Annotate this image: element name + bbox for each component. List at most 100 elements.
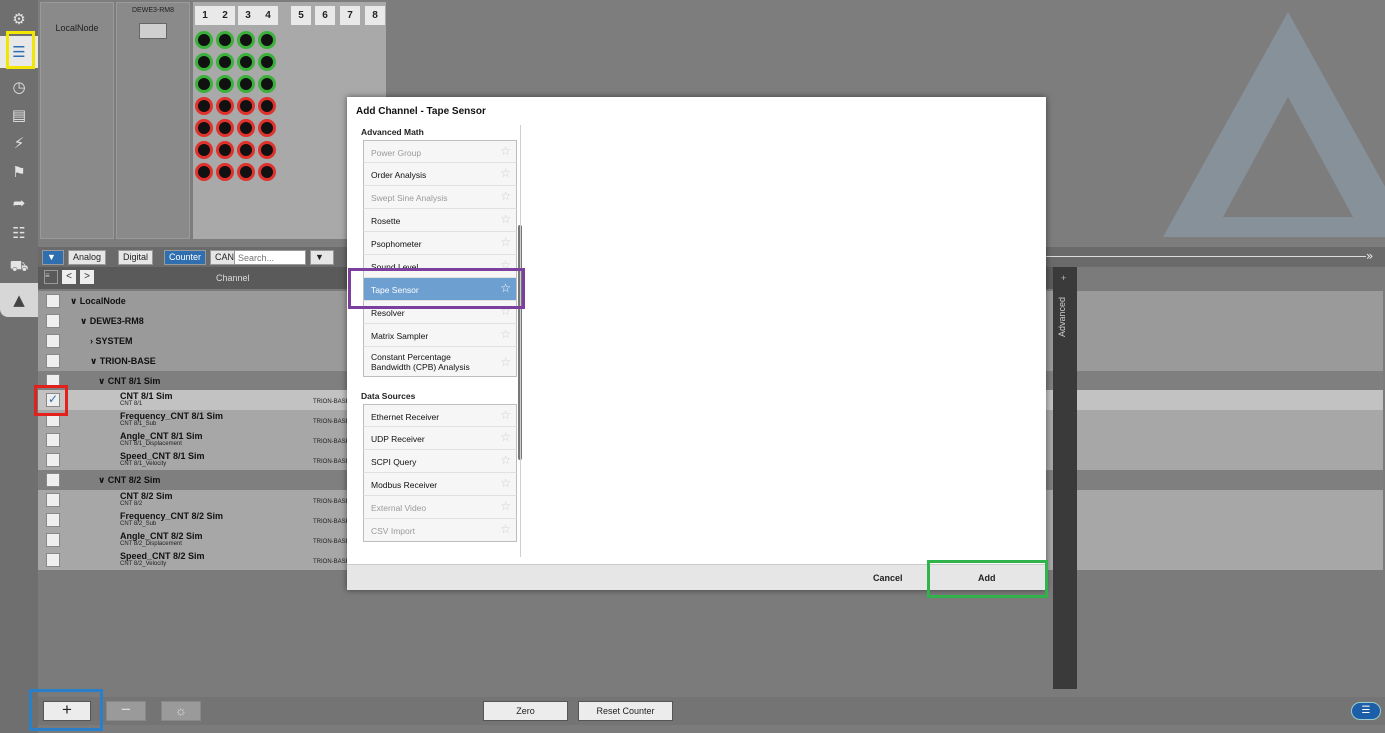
slot-header-8[interactable]: 8 <box>365 6 385 25</box>
channel-list-icon[interactable]: ☰ <box>0 36 38 68</box>
device-card[interactable]: DEWE3-RM8 <box>116 2 190 239</box>
connector-2-1[interactable] <box>195 53 213 71</box>
list-item[interactable]: SCPI Query ☆ <box>363 450 517 473</box>
network-icon[interactable]: ☷ <box>0 218 38 248</box>
select-all-icon[interactable]: ≡ <box>44 270 58 284</box>
list-item[interactable]: Swept Sine Analysis ☆ <box>363 186 517 209</box>
connector-5-4[interactable] <box>258 119 276 137</box>
row-checkbox[interactable] <box>46 513 60 527</box>
connector-7-2[interactable] <box>216 163 234 181</box>
row-checkbox[interactable] <box>46 374 60 388</box>
local-node-card[interactable]: LocalNode <box>40 2 114 239</box>
star-icon[interactable]: ☆ <box>500 189 511 203</box>
connector-5-2[interactable] <box>216 119 234 137</box>
connector-2-2[interactable] <box>216 53 234 71</box>
add-column-icon[interactable]: + <box>1061 273 1066 283</box>
reset-counter-button[interactable]: Reset Counter <box>578 701 673 721</box>
document-icon[interactable]: ▤ <box>0 100 38 130</box>
star-icon[interactable]: ☆ <box>500 453 511 467</box>
list-item[interactable]: CSV Import ☆ <box>363 519 517 542</box>
connector-7-4[interactable] <box>258 163 276 181</box>
connector-6-1[interactable] <box>195 141 213 159</box>
list-item[interactable]: UDP Receiver ☆ <box>363 427 517 450</box>
slot-header-6[interactable]: 6 <box>315 6 335 25</box>
connector-1-4[interactable] <box>258 31 276 49</box>
star-icon[interactable]: ☆ <box>500 166 511 180</box>
connector-4-4[interactable] <box>258 97 276 115</box>
light-icon[interactable]: ☼ <box>161 701 201 721</box>
star-icon[interactable]: ☆ <box>500 327 511 341</box>
row-checkbox[interactable] <box>46 553 60 567</box>
connector-1-3[interactable] <box>237 31 255 49</box>
row-checkbox[interactable] <box>46 533 60 547</box>
connector-6-2[interactable] <box>216 141 234 159</box>
panel-toggle-icon[interactable]: ☰ <box>1351 702 1381 720</box>
list-item[interactable]: Rosette ☆ <box>363 209 517 232</box>
connector-4-2[interactable] <box>216 97 234 115</box>
slot-header-5[interactable]: 5 <box>291 6 311 25</box>
star-icon[interactable]: ☆ <box>500 522 511 536</box>
row-checkbox[interactable] <box>46 493 60 507</box>
connector-7-1[interactable] <box>195 163 213 181</box>
expand-icon[interactable]: » <box>1366 249 1373 263</box>
connector-1-1[interactable] <box>195 31 213 49</box>
list-item[interactable]: External Video ☆ <box>363 496 517 519</box>
car-icon[interactable]: ⛟ <box>0 252 38 282</box>
list-item[interactable]: Matrix Sampler ☆ <box>363 324 517 347</box>
filter-counter[interactable]: Counter <box>164 250 207 265</box>
add-button[interactable]: Add <box>978 573 996 583</box>
star-icon[interactable]: ☆ <box>500 430 511 444</box>
star-icon[interactable]: ☆ <box>500 212 511 226</box>
connector-4-1[interactable] <box>195 97 213 115</box>
filter-digital[interactable]: Digital <box>118 250 154 265</box>
channel-column-header[interactable]: Channel <box>216 273 250 283</box>
lightning-icon[interactable]: ⚡ <box>0 128 38 158</box>
connector-3-4[interactable] <box>258 75 276 93</box>
row-checkbox[interactable] <box>46 453 60 467</box>
connector-3-1[interactable] <box>195 75 213 93</box>
gauge-icon[interactable]: ◷ <box>0 72 38 102</box>
filter-analog[interactable]: Analog <box>68 250 107 265</box>
remove-channel-button[interactable]: − <box>106 701 146 721</box>
star-icon[interactable]: ☆ <box>500 281 511 295</box>
star-icon[interactable]: ☆ <box>500 355 511 369</box>
connector-7-3[interactable] <box>237 163 255 181</box>
connector-5-1[interactable] <box>195 119 213 137</box>
row-checkbox[interactable] <box>46 433 60 447</box>
row-checkbox[interactable] <box>46 354 60 368</box>
star-icon[interactable]: ☆ <box>500 144 511 158</box>
list-item[interactable]: Resolver ☆ <box>363 301 517 324</box>
star-icon[interactable]: ☆ <box>500 408 511 422</box>
connector-4-3[interactable] <box>237 97 255 115</box>
expand-right-icon[interactable]: > <box>80 270 94 284</box>
star-icon[interactable]: ☆ <box>500 476 511 490</box>
star-icon[interactable]: ☆ <box>500 258 511 272</box>
gear-icon[interactable]: ⚙ <box>0 4 38 34</box>
star-icon[interactable]: ☆ <box>500 499 511 513</box>
clear-filter-icon[interactable]: ▼ <box>310 250 334 265</box>
connector-5-3[interactable] <box>237 119 255 137</box>
search-input[interactable] <box>234 250 306 265</box>
add-channel-button[interactable]: + <box>43 701 91 721</box>
list-item[interactable]: Psophometer ☆ <box>363 232 517 255</box>
connector-6-3[interactable] <box>237 141 255 159</box>
slot-header-3[interactable]: 3 <box>238 6 258 25</box>
list-item[interactable]: Modbus Receiver ☆ <box>363 473 517 496</box>
row-checkbox[interactable] <box>46 413 60 427</box>
star-icon[interactable]: ☆ <box>500 235 511 249</box>
row-checkbox[interactable] <box>46 294 60 308</box>
connector-6-4[interactable] <box>258 141 276 159</box>
star-icon[interactable]: ☆ <box>500 304 511 318</box>
list-item[interactable]: Power Group ☆ <box>363 140 517 163</box>
list-item[interactable]: Sound Level ☆ <box>363 255 517 278</box>
connector-2-4[interactable] <box>258 53 276 71</box>
cancel-button[interactable]: Cancel <box>873 573 903 583</box>
list-item[interactable]: Ethernet Receiver ☆ <box>363 404 517 427</box>
collapse-left-icon[interactable]: < <box>62 270 76 284</box>
connector-2-3[interactable] <box>237 53 255 71</box>
slot-header-2[interactable]: 2 <box>215 6 235 25</box>
connector-3-2[interactable] <box>216 75 234 93</box>
list-item[interactable]: Order Analysis ☆ <box>363 163 517 186</box>
row-checkbox[interactable] <box>46 392 60 407</box>
slot-header-1[interactable]: 1 <box>195 6 215 25</box>
